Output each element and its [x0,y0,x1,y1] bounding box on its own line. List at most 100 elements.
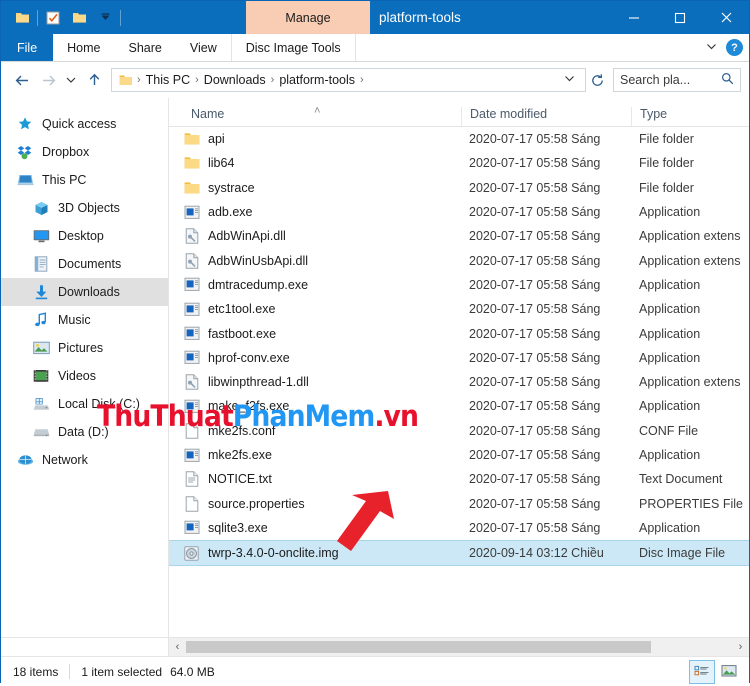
column-header-name[interactable]: Name ˄ [169,105,461,126]
sidebar-item-label: Dropbox [42,145,90,159]
sidebar-item-desktop[interactable]: Desktop [1,222,168,250]
minimize-icon[interactable] [611,1,657,34]
documents-icon [31,255,51,273]
contextual-tab-manage[interactable]: Manage [246,1,370,34]
table-row[interactable]: api 2020-07-17 05:58 Sáng File folder [169,127,749,151]
file-name: mke2fs.conf [208,423,276,438]
sidebar-item-quick-access[interactable]: Quick access [1,110,168,138]
file-type: File folder [639,180,694,195]
file-type: Application [639,520,701,535]
table-row[interactable]: etc1tool.exe 2020-07-17 05:58 Sáng Applica… [169,297,749,321]
sidebar-item-label: 3D Objects [58,201,120,215]
breadcrumb-item-downloads[interactable]: Downloads [200,73,270,87]
sidebar-item-documents[interactable]: Documents [1,250,168,278]
file-date: 2020-07-17 05:58 Sáng [469,375,601,390]
scroll-right-arrow[interactable]: › [732,638,749,656]
table-row[interactable]: source.properties 2020-07-17 05:58 Sáng PR… [169,491,749,515]
refresh-button[interactable] [586,68,608,92]
address-dropdown-icon[interactable] [558,74,581,86]
customize-chevron-down-icon[interactable] [92,6,118,30]
scrollbar-track[interactable]: ‹ › [169,638,749,656]
help-icon[interactable]: ? [726,39,743,56]
table-row[interactable]: libwinpthread-1.dll 2020-07-17 05:58 Sáng… [169,370,749,394]
sidebar-item-videos[interactable]: Videos [1,362,168,390]
recent-locations-button[interactable] [61,67,81,93]
file-type: Disc Image File [639,546,726,561]
column-header-date-modified[interactable]: Date modified [461,107,631,126]
sidebar-item-data-d[interactable]: Data (D:) [1,418,168,446]
column-header-type[interactable]: Type [631,107,749,126]
table-row[interactable]: AdbWinApi.dll 2020-07-17 05:58 Sáng Applic… [169,224,749,248]
application-icon [183,447,200,464]
table-row[interactable]: systrace 2020-07-17 05:58 Sáng File folder [169,176,749,200]
network-icon [15,451,35,469]
window-controls [611,1,749,34]
dll-icon [183,374,200,391]
navigation-pane[interactable]: Quick access Dropbox This PC 3D Objects [1,98,169,637]
sidebar-item-pictures[interactable]: Pictures [1,334,168,362]
table-row[interactable]: lib64 2020-07-17 05:58 Sáng File folder [169,151,749,175]
address-input[interactable]: › This PC › Downloads › platform-tools › [111,68,586,92]
forward-button[interactable] [35,67,61,93]
breadcrumb: › This PC › Downloads › platform-tools › [116,73,558,87]
file-type: File folder [639,156,694,171]
sidebar-item-local-disk-c[interactable]: Local Disk (C:) [1,390,168,418]
new-folder-icon[interactable] [66,6,92,30]
tab-view[interactable]: View [176,34,231,61]
large-icons-view-icon[interactable] [717,660,741,682]
tab-share[interactable]: Share [115,34,176,61]
pictures-icon [31,339,51,357]
breadcrumb-item-this-pc[interactable]: This PC [142,73,194,87]
file-name: sqlite3.exe [208,520,268,535]
table-row[interactable]: sqlite3.exe 2020-07-17 05:58 Sáng Applicat… [169,516,749,540]
sidebar-item-label: Quick access [42,117,117,131]
close-icon[interactable] [703,1,749,34]
file-name: make_f2fs.exe [208,399,290,414]
details-view-icon[interactable] [689,660,715,684]
breadcrumb-item-platform-tools[interactable]: platform-tools [275,73,359,87]
sidebar-item-network[interactable]: Network [1,446,168,474]
ribbon-tab-bar: File Home Share View Disc Image Tools ? [1,34,749,62]
file-date: 2020-07-17 05:58 Sáng [469,350,601,365]
chevron-down-icon[interactable] [705,40,718,56]
folder-icon[interactable] [9,6,35,30]
sidebar-item-3d-objects[interactable]: 3D Objects [1,194,168,222]
file-type: Text Document [639,472,723,487]
file-date: 2020-07-17 05:58 Sáng [469,448,601,462]
table-row-selected[interactable]: twrp-3.4.0-0-onclite.img 2020-09-14 03:12… [169,540,749,567]
table-row[interactable]: mke2fs.exe 2020-07-17 05:58 Sáng Applicati… [169,443,749,467]
sidebar-item-music[interactable]: Music [1,306,168,334]
file-name: systrace [208,180,255,195]
up-button[interactable] [81,67,107,93]
file-list-pane[interactable]: Name ˄ Date modified Type api 2020-07-17 … [169,98,749,637]
star-icon [15,115,35,133]
table-row[interactable]: fastboot.exe 2020-07-17 05:58 Sáng Applica… [169,321,749,345]
table-row[interactable]: hprof-conv.exe 2020-07-17 05:58 Sáng Appli… [169,346,749,370]
properties-checkbox-icon[interactable] [40,6,66,30]
back-button[interactable] [9,67,35,93]
scrollbar-thumb[interactable] [186,641,651,653]
search-input[interactable]: Search pla... [613,68,741,92]
table-row[interactable]: mke2fs.conf 2020-07-17 05:58 Sáng CONF Fil… [169,419,749,443]
tab-disc-image-tools[interactable]: Disc Image Tools [230,34,356,61]
table-row[interactable]: make_f2fs.exe 2020-07-17 05:58 Sáng Applic… [169,394,749,418]
scroll-left-arrow[interactable]: ‹ [169,638,186,656]
maximize-icon[interactable] [657,1,703,34]
sidebar-item-downloads[interactable]: Downloads [1,278,168,306]
sidebar-item-label: Local Disk (C:) [58,397,140,411]
table-row[interactable]: NOTICE.txt 2020-07-17 05:58 Sáng Text Docu… [169,467,749,491]
status-bar: 18 items 1 item selected 64.0 MB [1,656,749,686]
tab-file[interactable]: File [1,34,54,61]
sidebar-item-this-pc[interactable]: This PC [1,166,168,194]
table-row[interactable]: AdbWinUsbApi.dll 2020-07-17 05:58 Sáng App… [169,248,749,272]
horizontal-scrollbar[interactable]: ‹ › [1,637,749,656]
search-icon[interactable] [721,72,734,88]
application-icon [183,519,200,536]
file-date: 2020-07-17 05:58 Sáng [469,156,601,171]
tab-home[interactable]: Home [53,34,114,61]
file-type: Application [639,326,701,341]
folder-icon [183,131,200,148]
table-row[interactable]: dmtracedump.exe 2020-07-17 05:58 Sáng Appl… [169,273,749,297]
sidebar-item-dropbox[interactable]: Dropbox [1,138,168,166]
table-row[interactable]: adb.exe 2020-07-17 05:58 Sáng Application [169,200,749,224]
